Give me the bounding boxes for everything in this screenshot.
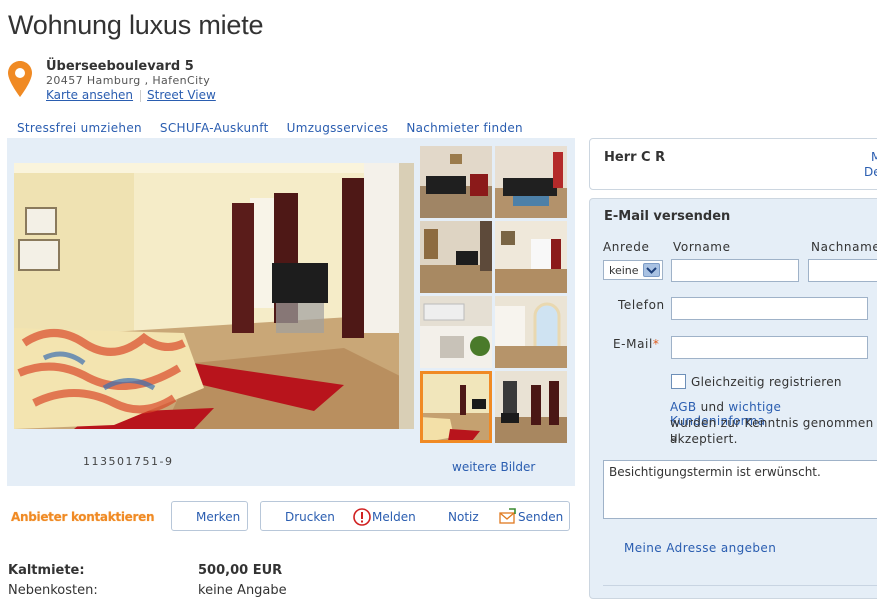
add-address-link[interactable]: Meine Adresse angeben — [624, 541, 776, 555]
address-street: Überseeboulevard 5 — [46, 59, 194, 74]
thumbnail-photo[interactable] — [420, 146, 492, 218]
price-value-cold-rent: 500,00 EUR — [198, 563, 283, 578]
report-button[interactable]: Melden — [372, 510, 416, 524]
thumbnail-photo[interactable] — [495, 296, 567, 368]
note-button[interactable]: Notiz — [448, 510, 479, 524]
thumbnail-photo[interactable] — [420, 296, 492, 368]
phone-label: Telefon — [618, 298, 665, 312]
main-photo[interactable] — [14, 163, 414, 429]
salutation-select[interactable]: keine — [603, 260, 663, 280]
send-envelope-icon — [499, 508, 516, 524]
agent-name: Herr C R — [604, 150, 666, 165]
location-pin-icon — [8, 61, 32, 97]
more-pictures-link[interactable]: weitere Bilder — [452, 460, 535, 474]
required-mark: * — [652, 337, 660, 351]
email-label: E-Mail* — [613, 337, 660, 351]
price-value-extra-costs: keine Angabe — [198, 583, 287, 598]
contact-agent-link[interactable]: Anbieter kontaktieren — [11, 510, 155, 524]
nav-link-stressfrei[interactable]: Stressfrei umziehen — [17, 121, 142, 135]
chevron-down-icon — [643, 263, 660, 277]
lastname-input[interactable] — [808, 259, 877, 282]
send-button[interactable]: Senden — [518, 510, 563, 524]
thumbnail-photo[interactable] — [495, 371, 567, 443]
thumbnail-photo[interactable] — [420, 221, 492, 293]
thumbnail-photo-selected[interactable] — [420, 371, 492, 443]
phone-input[interactable] — [671, 297, 868, 320]
page-title: Wohnung luxus miete — [8, 10, 264, 40]
email-input[interactable] — [671, 336, 868, 359]
agent-link-cut[interactable]: M — [871, 150, 877, 164]
agent-link-cut-2[interactable]: De — [864, 165, 877, 179]
action-button-group: Drucken Melden Notiz Senden — [260, 501, 570, 531]
save-button[interactable]: Merken — [171, 501, 248, 531]
print-button[interactable]: Drucken — [285, 510, 335, 524]
form-title: E-Mail versenden — [604, 209, 731, 224]
nav-link-nachmieter[interactable]: Nachmieter finden — [406, 121, 523, 135]
register-checkbox[interactable] — [671, 374, 686, 389]
lastname-label: Nachname — [811, 240, 877, 254]
nav-link-umzug[interactable]: Umzugsservices — [287, 121, 389, 135]
agb-link[interactable]: AGB — [670, 400, 696, 414]
address-city: 20457 Hamburg , HafenCity — [46, 74, 211, 87]
save-button-label: Merken — [196, 510, 241, 524]
message-textarea[interactable]: Besichtigungstermin ist erwünscht. — [603, 460, 877, 519]
map-links: Karte ansehen Street View — [46, 88, 216, 102]
divider — [140, 89, 142, 102]
divider — [603, 585, 877, 586]
thumbnail-photo[interactable] — [495, 221, 567, 293]
price-label-extra-costs: Nebenkosten: — [8, 583, 98, 598]
map-link[interactable]: Karte ansehen — [46, 88, 133, 102]
object-id: 113501751-9 — [83, 455, 174, 468]
salutation-label: Anrede — [603, 240, 650, 254]
street-view-link[interactable]: Street View — [147, 88, 216, 102]
salutation-value: keine — [609, 264, 639, 277]
register-label: Gleichzeitig registrieren — [691, 375, 842, 389]
thumbnail-photo[interactable] — [495, 146, 567, 218]
nav-link-schufa[interactable]: SCHUFA-Auskunft — [160, 121, 269, 135]
warning-icon — [353, 508, 371, 526]
price-label-cold-rent: Kaltmiete: — [8, 563, 85, 578]
service-nav: Stressfrei umziehen SCHUFA-Auskunft Umzugs… — [17, 121, 541, 135]
terms-text-line3: akzeptiert. — [670, 432, 738, 446]
firstname-input[interactable] — [671, 259, 799, 282]
firstname-label: Vorname — [673, 240, 731, 254]
